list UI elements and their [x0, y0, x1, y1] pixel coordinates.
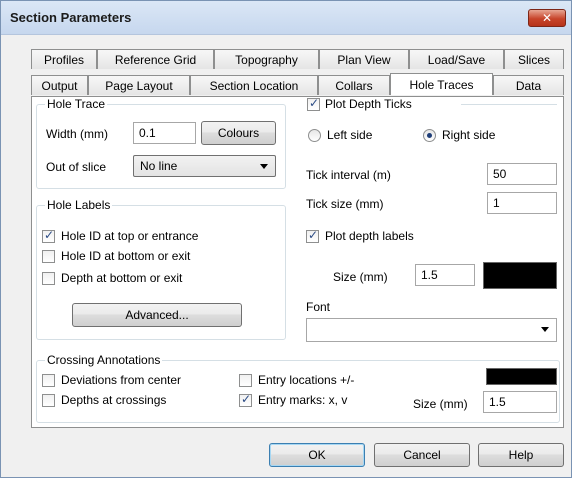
section-parameters-dialog: Section Parameters ✕ Profiles Reference …: [0, 0, 572, 478]
font-label: Font: [306, 300, 331, 314]
font-select[interactable]: [306, 318, 557, 342]
checkmark-icon: ✓: [308, 228, 319, 242]
tab-data[interactable]: Data: [493, 75, 564, 95]
depth-label-size-label: Size (mm): [333, 270, 388, 284]
advanced-button[interactable]: Advanced...: [72, 303, 242, 327]
hole-id-bottom-label: Hole ID at bottom or exit: [61, 249, 191, 263]
hole-labels-group: Hole Labels ✓ Hole ID at top or entrance…: [36, 198, 286, 340]
dialog-title: Section Parameters: [10, 10, 132, 25]
tab-label: Collars: [335, 78, 373, 93]
hole-trace-group-label: Hole Trace: [45, 97, 108, 111]
tick-size-input[interactable]: [487, 192, 557, 214]
colours-button[interactable]: Colours: [201, 121, 276, 145]
entry-locations-checkbox[interactable]: [239, 374, 252, 387]
crossing-color-swatch[interactable]: [486, 368, 557, 385]
tab-strip: Profiles Reference Grid Topography Plan …: [31, 49, 564, 97]
close-icon: ✕: [541, 11, 553, 25]
tab-label: Data: [515, 78, 542, 93]
out-of-slice-value: No line: [140, 159, 178, 173]
entry-marks-checkbox[interactable]: ✓: [239, 392, 252, 407]
depth-label-color-swatch[interactable]: [483, 262, 557, 289]
tab-section-location[interactable]: Section Location: [190, 75, 318, 95]
plot-depth-ticks-label: Plot Depth Ticks: [325, 97, 412, 111]
deviations-checkbox[interactable]: [42, 374, 55, 387]
tab-collars[interactable]: Collars: [318, 75, 390, 95]
plot-depth-ticks-header: ✓ Plot Depth Ticks: [305, 96, 461, 113]
tab-label: Profiles: [43, 52, 84, 67]
tick-size-label: Tick size (mm): [306, 197, 384, 211]
checkmark-icon: ✓: [241, 392, 252, 406]
chevron-down-icon: [260, 164, 268, 169]
depths-crossings-label: Depths at crossings: [61, 393, 167, 407]
ok-button-label: OK: [308, 448, 326, 462]
tab-output[interactable]: Output: [31, 75, 88, 95]
tab-label: Hole Traces: [409, 77, 474, 92]
tab-label: Load/Save: [427, 52, 486, 67]
hole-id-top-checkbox[interactable]: ✓: [42, 228, 55, 243]
tab-label: Reference Grid: [114, 52, 197, 67]
crossing-annotations-group: Crossing Annotations Deviations from cen…: [36, 353, 560, 423]
tab-reference-grid[interactable]: Reference Grid: [97, 49, 214, 69]
left-side-radio[interactable]: [308, 129, 321, 142]
plot-depth-ticks-checkbox[interactable]: ✓: [307, 96, 320, 111]
plot-depth-labels-label: Plot depth labels: [325, 229, 414, 243]
left-side-label: Left side: [327, 128, 373, 142]
title-bar[interactable]: Section Parameters ✕: [1, 1, 571, 35]
group-divider: [461, 104, 557, 105]
tab-page-layout[interactable]: Page Layout: [88, 75, 190, 95]
cancel-button[interactable]: Cancel: [374, 443, 470, 467]
ok-button[interactable]: OK: [269, 443, 365, 467]
hole-labels-group-label: Hole Labels: [45, 198, 113, 212]
tab-plan-view[interactable]: Plan View: [319, 49, 409, 69]
depth-ticks-group: ✓ Plot Depth Ticks Left side Right side …: [296, 96, 560, 350]
plot-depth-labels-checkbox[interactable]: ✓: [306, 228, 319, 243]
radio-selected-dot: [427, 133, 432, 138]
tab-profiles[interactable]: Profiles: [31, 49, 97, 69]
checkmark-icon: ✓: [309, 96, 320, 110]
chevron-down-icon: [541, 327, 549, 332]
tab-hole-traces[interactable]: Hole Traces: [390, 73, 493, 95]
tab-load-save[interactable]: Load/Save: [409, 49, 504, 69]
tab-label: Section Location: [209, 78, 299, 93]
tab-label: Page Layout: [105, 78, 173, 93]
width-input[interactable]: [133, 122, 196, 144]
width-label: Width (mm): [46, 127, 108, 141]
depth-bottom-label: Depth at bottom or exit: [61, 271, 183, 285]
tab-label: Slices: [517, 52, 550, 67]
depth-bottom-checkbox[interactable]: [42, 272, 55, 285]
hole-traces-panel: Hole Trace Width (mm) Colours Out of sli…: [31, 96, 564, 428]
entry-marks-label: Entry marks: x, v: [258, 393, 348, 407]
right-side-label: Right side: [442, 128, 496, 142]
out-of-slice-label: Out of slice: [46, 160, 107, 174]
depth-label-size-input[interactable]: [415, 264, 475, 286]
cancel-button-label: Cancel: [403, 448, 441, 462]
tab-label: Topography: [235, 52, 298, 67]
advanced-button-label: Advanced...: [125, 308, 189, 322]
tab-topography[interactable]: Topography: [214, 49, 319, 69]
checkmark-icon: ✓: [44, 228, 55, 242]
tab-label: Output: [41, 78, 78, 93]
depths-crossings-checkbox[interactable]: [42, 394, 55, 407]
hole-id-top-label: Hole ID at top or entrance: [61, 229, 199, 243]
tick-interval-input[interactable]: [487, 163, 557, 185]
hole-id-bottom-checkbox[interactable]: [42, 250, 55, 263]
right-side-radio[interactable]: [423, 129, 436, 142]
hole-trace-group: Hole Trace Width (mm) Colours Out of sli…: [36, 97, 286, 189]
out-of-slice-select[interactable]: No line: [133, 155, 276, 177]
close-button[interactable]: ✕: [528, 9, 566, 27]
crossing-annotations-label: Crossing Annotations: [45, 353, 163, 367]
entry-locations-label: Entry locations +/-: [258, 373, 355, 387]
tab-slices[interactable]: Slices: [504, 49, 564, 69]
help-button[interactable]: Help: [478, 443, 564, 467]
crossing-size-label: Size (mm): [413, 397, 468, 411]
colours-button-label: Colours: [217, 126, 260, 140]
deviations-label: Deviations from center: [61, 373, 182, 387]
tick-interval-label: Tick interval (m): [306, 168, 391, 182]
help-button-label: Help: [508, 448, 534, 462]
tab-label: Plan View: [337, 52, 391, 67]
crossing-size-input[interactable]: [483, 391, 557, 413]
